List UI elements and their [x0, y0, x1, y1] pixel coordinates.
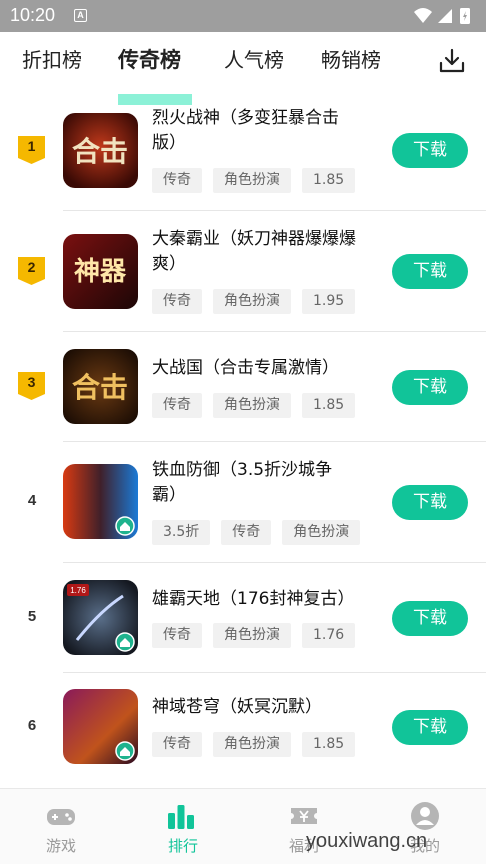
game-title: 铁血防御（3.5折沙城争 霸） [152, 460, 333, 505]
game-row[interactable]: 4 铁血防御（3.5折沙城争 霸） 3.5折 传奇 角色扮演 下载 [0, 442, 486, 563]
tag: 传奇 [152, 732, 202, 757]
svg-text:合击: 合击 [72, 135, 128, 168]
game-icon[interactable]: 合击 [63, 113, 138, 188]
ranking-icon [168, 805, 194, 829]
voucher-icon [291, 808, 317, 824]
nav-item-welfare[interactable]: 福利 [243, 789, 365, 865]
game-icon[interactable] [63, 464, 138, 539]
tab-legend[interactable]: 传奇榜 [118, 46, 181, 74]
rank-number: 2 [27, 259, 36, 275]
nav-item-ranking[interactable]: 排行 [122, 789, 244, 865]
rank-number: 4 [27, 492, 37, 509]
game-row[interactable]: 3 合击 大战国（合击专属激情） 传奇 角色扮演 1.85 下载 [0, 332, 486, 442]
game-tags: 传奇 角色扮演 1.85 [152, 168, 356, 193]
tag: 传奇 [152, 289, 202, 314]
download-button[interactable]: 下载 [392, 370, 468, 405]
tag: 传奇 [152, 393, 202, 418]
download-button[interactable]: 下载 [392, 133, 468, 168]
svg-text:合击: 合击 [72, 371, 128, 404]
status-time: 10:20 [10, 5, 56, 25]
tab-discount[interactable]: 折扣榜 [22, 46, 82, 74]
ranking-tabs: 折扣榜 传奇榜 人气榜 畅销榜 [0, 32, 486, 105]
rank-number: 3 [27, 374, 36, 390]
game-icon[interactable]: 合击 [63, 349, 138, 424]
tag: 角色扮演 [282, 520, 361, 545]
game-tags: 传奇 角色扮演 1.85 [152, 393, 356, 418]
nav-item-mine[interactable]: 我的 [364, 789, 486, 865]
download-button[interactable]: 下载 [392, 710, 468, 745]
game-title: 雄霸天地（176封神复古） [152, 589, 355, 609]
game-row[interactable]: 2 神器 大秦霸业（妖刀神器爆爆爆 爽） 传奇 角色扮演 1.95 下载 [0, 211, 486, 332]
tag: 3.5折 [152, 520, 211, 545]
svg-text:神器: 神器 [74, 257, 127, 287]
tag: 1.85 [302, 393, 356, 418]
game-icon[interactable] [63, 689, 138, 764]
game-row[interactable]: 6 神域苍穹（妖冥沉默） 传奇 角色扮演 1.85 下载 [0, 673, 486, 785]
svg-text:1.76: 1.76 [70, 586, 86, 595]
game-icon[interactable]: 神器 [63, 234, 138, 309]
status-icons [414, 8, 470, 24]
tag: 传奇 [221, 520, 272, 545]
tag: 1.85 [302, 168, 356, 193]
game-title: 大战国（合击专属激情） [152, 358, 339, 378]
tab-bestseller[interactable]: 畅销榜 [321, 46, 381, 74]
nav-label: 排行 [167, 837, 198, 855]
tag: 角色扮演 [213, 393, 291, 418]
game-title: 大秦霸业（妖刀神器爆爆爆 爽） [152, 229, 356, 274]
tag: 角色扮演 [213, 732, 291, 757]
tag: 1.95 [302, 289, 356, 314]
game-tags: 3.5折 传奇 角色扮演 [152, 520, 361, 545]
tag: 角色扮演 [213, 168, 291, 193]
game-title: 烈火战神（多变狂暴合击 版） [152, 108, 339, 153]
notification-icon: A [74, 9, 87, 22]
download-button[interactable]: 下载 [392, 601, 468, 636]
game-tags: 传奇 角色扮演 1.95 [152, 289, 356, 314]
user-icon [411, 802, 439, 830]
tag: 角色扮演 [213, 623, 291, 648]
tag: 传奇 [152, 623, 202, 648]
game-tags: 传奇 角色扮演 1.76 [152, 623, 356, 648]
wifi-icon [414, 8, 432, 23]
tag: 1.85 [302, 732, 356, 757]
nav-label: 游戏 [45, 837, 76, 855]
gamepad-icon [47, 809, 75, 825]
game-icon[interactable]: 1.76 [63, 580, 138, 655]
game-tags: 传奇 角色扮演 1.85 [152, 732, 356, 757]
tag: 角色扮演 [213, 289, 291, 314]
game-row[interactable]: 1 合击 烈火战神（多变狂暴合击 版） 传奇 角色扮演 1.85 下载 [0, 92, 486, 211]
watermark-text: youxiwang.cn [306, 830, 428, 852]
nav-item-games[interactable]: 游戏 [0, 789, 122, 865]
tag: 传奇 [152, 168, 202, 193]
download-button[interactable]: 下载 [392, 485, 468, 520]
download-button[interactable]: 下载 [392, 254, 468, 289]
status-bar: 10:20 A [0, 0, 486, 32]
tag: 1.76 [302, 623, 356, 648]
download-icon[interactable] [438, 47, 466, 75]
game-row[interactable]: 5 1.76 雄霸天地（176封神复古） 传奇 角色扮演 1.76 下载 [0, 563, 486, 673]
rank-number: 5 [27, 608, 37, 625]
game-title: 神域苍穹（妖冥沉默） [152, 697, 322, 717]
signal-icon [438, 9, 452, 23]
tab-popular[interactable]: 人气榜 [224, 46, 284, 74]
rank-number: 1 [27, 138, 36, 154]
rank-number: 6 [27, 717, 37, 734]
